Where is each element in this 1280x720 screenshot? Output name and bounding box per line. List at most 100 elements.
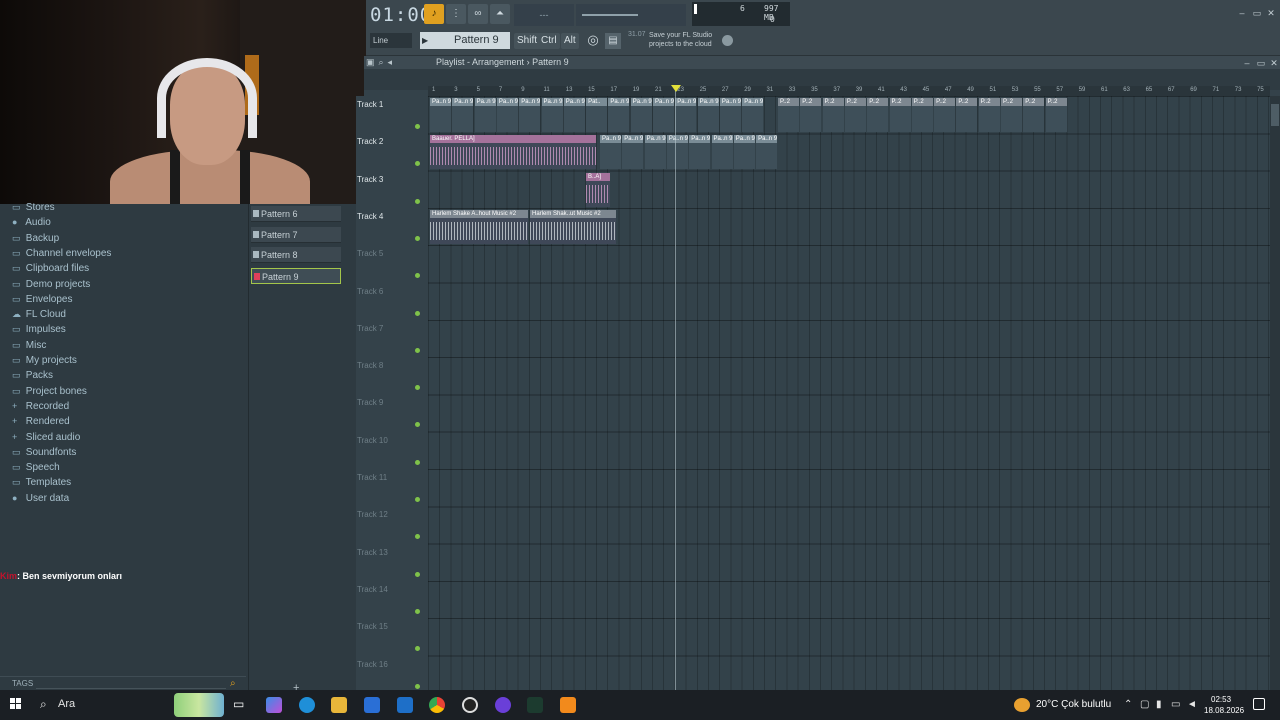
browser-item[interactable]: ☁ FL Cloud [12,307,66,321]
playlist-clip[interactable]: Pa..n 9 [541,98,563,132]
track-header[interactable]: Track 6 [356,283,424,320]
fl-studio-icon[interactable] [560,697,576,713]
browser-item[interactable]: ▭ Speech [12,460,60,474]
playlist-tools-icon[interactable]: ▣⌕◂ [366,56,396,69]
track-header[interactable]: Track 3 [356,171,424,208]
track-mute-led[interactable] [415,459,420,465]
track-header[interactable]: Track 2 [356,133,424,170]
browser-item[interactable]: + Sliced audio [12,430,80,444]
track-header[interactable]: Track 15 [356,618,424,655]
track-header[interactable]: Track 1 [356,96,424,133]
playlist-clip[interactable]: P..2 [956,98,978,132]
song-time-display[interactable]: 01:00 [370,4,432,26]
task-view-icon[interactable]: ▭ [233,697,249,713]
microphone-icon[interactable]: ▮ [1156,699,1162,710]
track-header[interactable]: Track 9 [356,394,424,431]
playlist-close-icon[interactable]: ✕ [1269,58,1279,68]
playlist-clip[interactable]: P..2 [1045,98,1067,132]
playlist-clip[interactable]: Pa..n 9 [653,98,674,132]
clock-date[interactable]: 18.08.2026 [1204,706,1244,715]
shift-modifier[interactable]: Shift [514,33,541,49]
browser-item[interactable]: + Rendered [12,414,70,428]
playlist-clip[interactable]: Pa..n 9 [689,135,711,169]
volume-icon[interactable]: ◄ [1187,699,1197,710]
playlist-clip[interactable]: P..2 [1001,98,1022,132]
playlist-clip[interactable]: Pa..n 9 [622,135,644,169]
track-header[interactable]: Track 12 [356,506,424,543]
playlist-clip[interactable]: P..2 [1023,98,1045,132]
browser-item[interactable]: ▭ Soundfonts [12,445,76,459]
track-header[interactable]: Track 8 [356,357,424,394]
playlist-clip[interactable]: Pa..n 9 [756,135,778,169]
tags-input[interactable] [36,679,226,689]
track-mute-led[interactable] [415,608,420,614]
search-highlight-image[interactable] [174,693,224,717]
snap-select[interactable]: Line [370,33,412,48]
browser-item[interactable]: ▭ Demo projects [12,277,90,291]
search-icon[interactable]: ⌕ [40,697,47,712]
playhead-marker[interactable] [671,85,681,92]
track-mute-led[interactable] [415,497,420,502]
browser-item[interactable]: ● Audio [12,215,51,229]
close-icon[interactable]: ✕ [1266,8,1276,18]
track-mute-led[interactable] [415,273,420,279]
playlist-clip[interactable]: Pa..n 9 [496,98,518,132]
master-volume[interactable] [576,4,686,26]
meet-icon[interactable]: ▢ [1140,699,1149,710]
browser-item[interactable]: ▭ Channel envelopes [12,246,111,260]
track-mute-led[interactable] [415,646,420,652]
browser-item[interactable]: ▭ Clipboard files [12,261,89,275]
playlist-clip[interactable]: Pa..n 9 [719,98,741,132]
online-icon[interactable]: ◎ [584,32,602,50]
chrome-icon[interactable] [429,697,445,713]
weather-text[interactable]: 20°C Çok bulutlu [1036,699,1111,710]
ctrl-modifier[interactable]: Ctrl [538,33,560,49]
mail-icon[interactable] [397,697,413,713]
terminal-icon[interactable] [527,697,543,713]
track-mute-led[interactable] [415,235,420,241]
pattern-song-toggle[interactable]: ♪ [424,4,444,24]
pattern-selector[interactable]: ▶ Pattern 9 [420,32,510,49]
cart-icon[interactable]: ▤ [605,33,621,49]
copilot-icon[interactable] [266,697,282,713]
playlist-clip[interactable]: Harlem Shak..ut Music #2 [530,210,616,244]
playlist-clip[interactable]: P..2 [844,98,866,132]
track-mute-led[interactable] [415,124,420,129]
metronome-icon[interactable]: ⏶ [490,4,510,24]
playlist-clip[interactable]: Pa..n 9 [430,98,451,132]
pattern-item[interactable]: Pattern 9 [251,267,341,284]
playlist-maximize-icon[interactable]: ▭ [1256,58,1266,68]
browser-item[interactable]: ● User data [12,491,69,505]
tags-search-icon[interactable]: ⌕ [230,678,236,689]
track-header[interactable]: Track 10 [356,432,424,469]
playlist-clip[interactable]: P..2 [911,98,933,132]
playlist-clip[interactable]: Pa..n 9 [697,98,719,132]
weather-icon[interactable] [1014,698,1030,712]
playlist-clip[interactable]: Pa..n 9 [452,98,474,132]
playlist-clip[interactable]: Pa..n 9 [519,98,541,132]
tray-expand-icon[interactable]: ⌃ [1124,699,1132,710]
playlist-clip[interactable]: Pa..n 9 [563,98,585,132]
playlist-clip[interactable]: P..2 [822,98,844,132]
playlist-clip[interactable]: Pat.. [586,98,608,132]
timeline-ruler[interactable]: 1 3 5 7 9 11 13 15 17 19 21 23 25 27 29 31 33 35 37 39 41 43 4… [428,86,1270,96]
playlist-clip[interactable]: P..2 [978,98,1000,132]
vertical-scrollbar[interactable] [1270,96,1280,690]
playlist-clip[interactable]: Pa..n 9 [711,135,733,169]
playlist-clip[interactable]: Pa..n 9 [600,135,621,169]
track-header[interactable]: Track 14 [356,581,424,618]
track-mute-led[interactable] [415,161,420,167]
track-mute-led[interactable] [415,422,420,428]
pattern-item[interactable]: Pattern 7 [251,226,341,243]
browser-item[interactable]: ▭ Misc [12,338,46,352]
browser-item[interactable]: ▭ Backup [12,231,59,245]
track-mute-led[interactable] [415,683,420,689]
file-explorer-icon[interactable] [331,697,347,713]
windows-start-icon[interactable] [10,698,22,710]
track-header[interactable]: Track 13 [356,544,424,581]
playlist-clip[interactable]: P..2 [800,98,822,132]
minimize-icon[interactable]: – [1237,8,1247,18]
playlist-clip[interactable]: Pa..n 9 [733,135,755,169]
playlist-clip[interactable]: Baauer. PELLA] [430,135,596,169]
scroll-thumb[interactable] [1271,104,1279,126]
